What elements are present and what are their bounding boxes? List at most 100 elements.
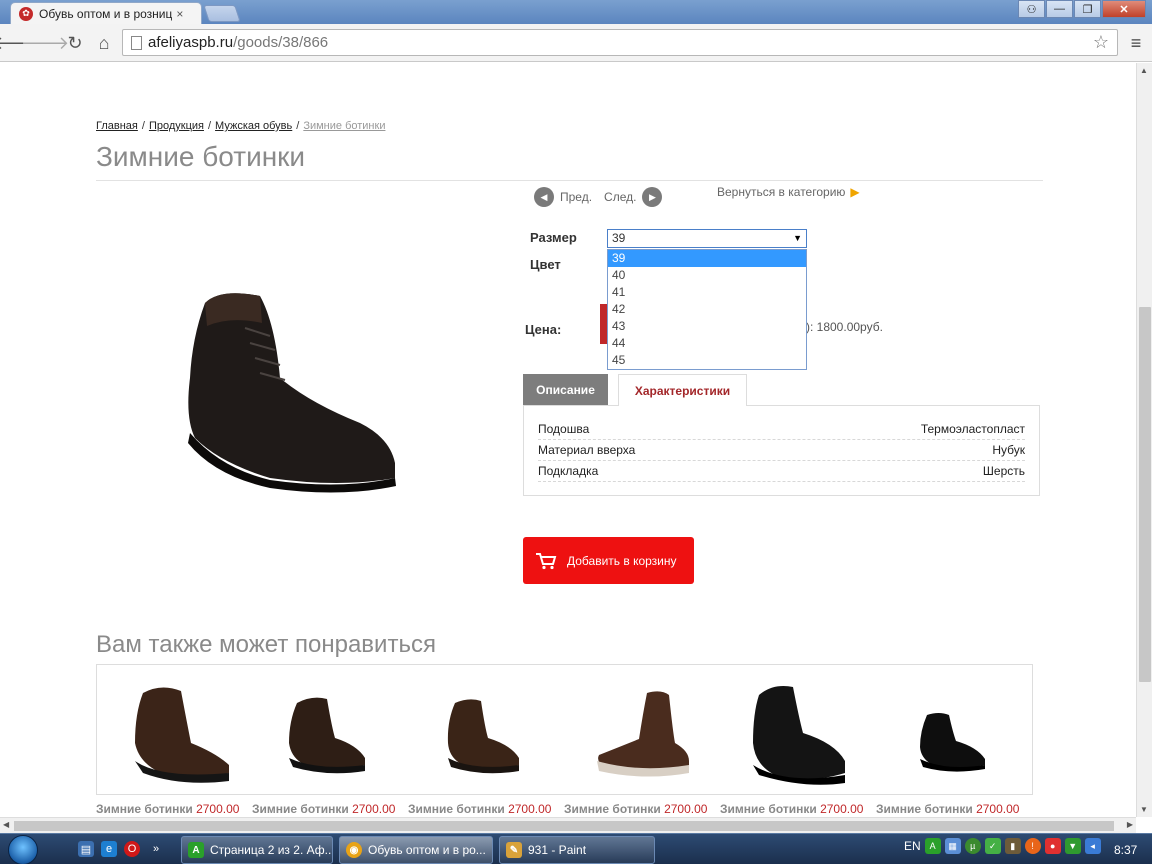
tray-acrobat-icon[interactable]: A [924,838,941,854]
tray-shield-icon[interactable]: ▼ [1064,838,1081,854]
show-desktop-icon[interactable]: ▤ [78,841,94,857]
related-products [96,664,1033,795]
related-price: 2700.00 [820,802,864,816]
size-options-list: 39 40 41 42 43 44 45 [607,249,807,370]
related-product-image[interactable] [121,673,241,788]
related-caption[interactable]: Зимние ботинки 2700.00 [408,802,564,816]
related-caption[interactable]: Зимние ботинки 2700.00 [720,802,876,816]
clock[interactable]: 8:37 [1114,843,1137,857]
related-product-image[interactable] [745,673,865,788]
size-select-value: 39 [612,231,626,245]
scroll-down-icon[interactable]: ▼ [1140,805,1148,814]
tab-description[interactable]: Описание [523,374,608,405]
breadcrumb-current[interactable]: Зимние ботинки [303,120,385,132]
size-option-41[interactable]: 41 [608,284,806,301]
horizontal-scrollbar[interactable]: ◀ ▶ [0,817,1136,833]
vertical-scrollbar[interactable]: ▲ ▼ [1136,63,1152,817]
breadcrumb: Главная / Продукция / Мужская обувь / Зимние б… [96,120,385,132]
size-option-39[interactable]: 39 [608,250,806,267]
language-indicator[interactable]: EN [904,839,921,853]
taskbar-item-acrobat[interactable]: A Страница 2 из 2. Аф... [181,836,333,864]
size-option-42[interactable]: 42 [608,301,806,318]
size-select[interactable]: 39 ▼ [607,229,807,248]
tray-app-icon[interactable]: ▮ [1004,838,1021,854]
spec-row: Подошва Термоэластопласт [538,419,1025,440]
tray-volume-icon[interactable]: ◂ [1084,838,1101,854]
vertical-scroll-thumb[interactable] [1139,307,1151,682]
related-caption[interactable]: Зимние ботинки 2700.00 [252,802,408,816]
reload-icon[interactable]: ↻ [64,32,86,54]
prev-link[interactable]: Пред. [560,190,592,204]
breadcrumb-products-link[interactable]: Продукция [149,120,204,132]
breadcrumb-separator: / [141,120,145,132]
breadcrumb-separator: / [296,120,300,132]
breadcrumb-mens-link[interactable]: Мужская обувь [215,120,292,132]
dropdown-caret-icon: ▼ [793,233,802,243]
size-option-44[interactable]: 44 [608,335,806,352]
related-price: 2700.00 [352,802,396,816]
tab-specs[interactable]: Характеристики [618,374,747,406]
chrome-menu-icon[interactable]: ≡ [1126,33,1146,53]
related-captions: Зимние ботинки 2700.00 Зимние ботинки 270… [96,802,1032,816]
scroll-left-icon[interactable]: ◀ [3,820,9,829]
next-arrow-icon[interactable]: ▶ [642,187,663,207]
related-caption[interactable]: Зимние ботинки 2700.00 [876,802,1032,816]
taskbar: ▤ e O » A Страница 2 из 2. Аф... ◉ Обувь… [0,833,1152,864]
tray-check-icon[interactable]: ✓ [984,838,1001,854]
tray-torrent-icon[interactable]: µ [964,838,981,854]
spec-value: Термоэластопласт [920,422,1025,436]
new-tab-button[interactable] [203,5,241,22]
browser-titlebar: ✿ Обувь оптом и в розниц × ⚇ — ❐ ✕ [0,0,1152,24]
minimize-button[interactable]: — [1046,0,1073,18]
opera-icon[interactable]: O [124,841,140,857]
profile-button[interactable]: ⚇ [1018,0,1045,18]
maximize-button[interactable]: ❐ [1074,0,1101,18]
product-photo[interactable] [110,228,488,503]
breadcrumb-home-link[interactable]: Главная [96,120,138,132]
related-product-image[interactable] [901,673,1021,788]
horizontal-scroll-thumb[interactable] [14,821,1114,831]
related-caption[interactable]: Зимние ботинки 2700.00 [96,802,252,816]
page-icon [131,35,142,50]
system-tray: EN A ▦ µ ✓ ▮ ! ● ▼ ◂ [904,838,1101,854]
scroll-up-icon[interactable]: ▲ [1140,66,1148,75]
size-option-43[interactable]: 43 [608,318,806,335]
start-button[interactable] [8,835,38,864]
address-bar[interactable]: afeliyaspb.ru/goods/38/866 ☆ [122,29,1118,56]
related-product-image[interactable] [433,673,553,788]
home-icon[interactable]: ⌂ [93,32,115,54]
related-product-image[interactable] [277,673,397,788]
tray-alert-icon[interactable]: ! [1024,838,1041,854]
price-label: Цена: [525,322,562,337]
taskbar-item-label: Страница 2 из 2. Аф... [210,843,333,857]
window-controls: ⚇ — ❐ ✕ [1018,0,1146,18]
tray-network-icon[interactable]: ▦ [944,838,961,854]
scroll-right-icon[interactable]: ▶ [1127,820,1133,829]
quicklaunch-more-icon[interactable]: » [148,841,164,857]
cart-icon [536,552,557,569]
paint-app-icon: ✎ [506,842,522,858]
size-option-45[interactable]: 45 [608,352,806,369]
close-window-button[interactable]: ✕ [1102,0,1146,18]
page-title: Зимние ботинки [96,141,306,172]
prev-arrow-icon[interactable]: ◀ [534,187,554,207]
taskbar-item-chrome[interactable]: ◉ Обувь оптом и в ро... [339,836,493,864]
forward-arrow-icon[interactable]: 🡒 [21,32,69,54]
related-product-image[interactable] [589,673,709,788]
next-link[interactable]: След. [604,190,636,204]
url-path: /goods/38/866 [233,34,329,51]
back-to-category-link[interactable]: Вернуться в категорию ▶ [717,185,860,199]
spec-value: Нубук [992,443,1025,457]
taskbar-item-paint[interactable]: ✎ 931 - Paint [499,836,655,864]
tab-title: Обувь оптом и в розниц [39,6,173,21]
internet-explorer-icon[interactable]: e [101,841,117,857]
color-label: Цвет [530,257,561,272]
add-to-cart-button[interactable]: Добавить в корзину [523,537,694,584]
product-tabs: Описание Характеристики [523,374,747,406]
browser-tab[interactable]: ✿ Обувь оптом и в розниц × [10,2,202,24]
related-caption[interactable]: Зимние ботинки 2700.00 [564,802,720,816]
bookmark-star-icon[interactable]: ☆ [1093,32,1109,53]
size-option-40[interactable]: 40 [608,267,806,284]
tab-close-icon[interactable]: × [176,7,183,21]
tray-record-icon[interactable]: ● [1044,838,1061,854]
